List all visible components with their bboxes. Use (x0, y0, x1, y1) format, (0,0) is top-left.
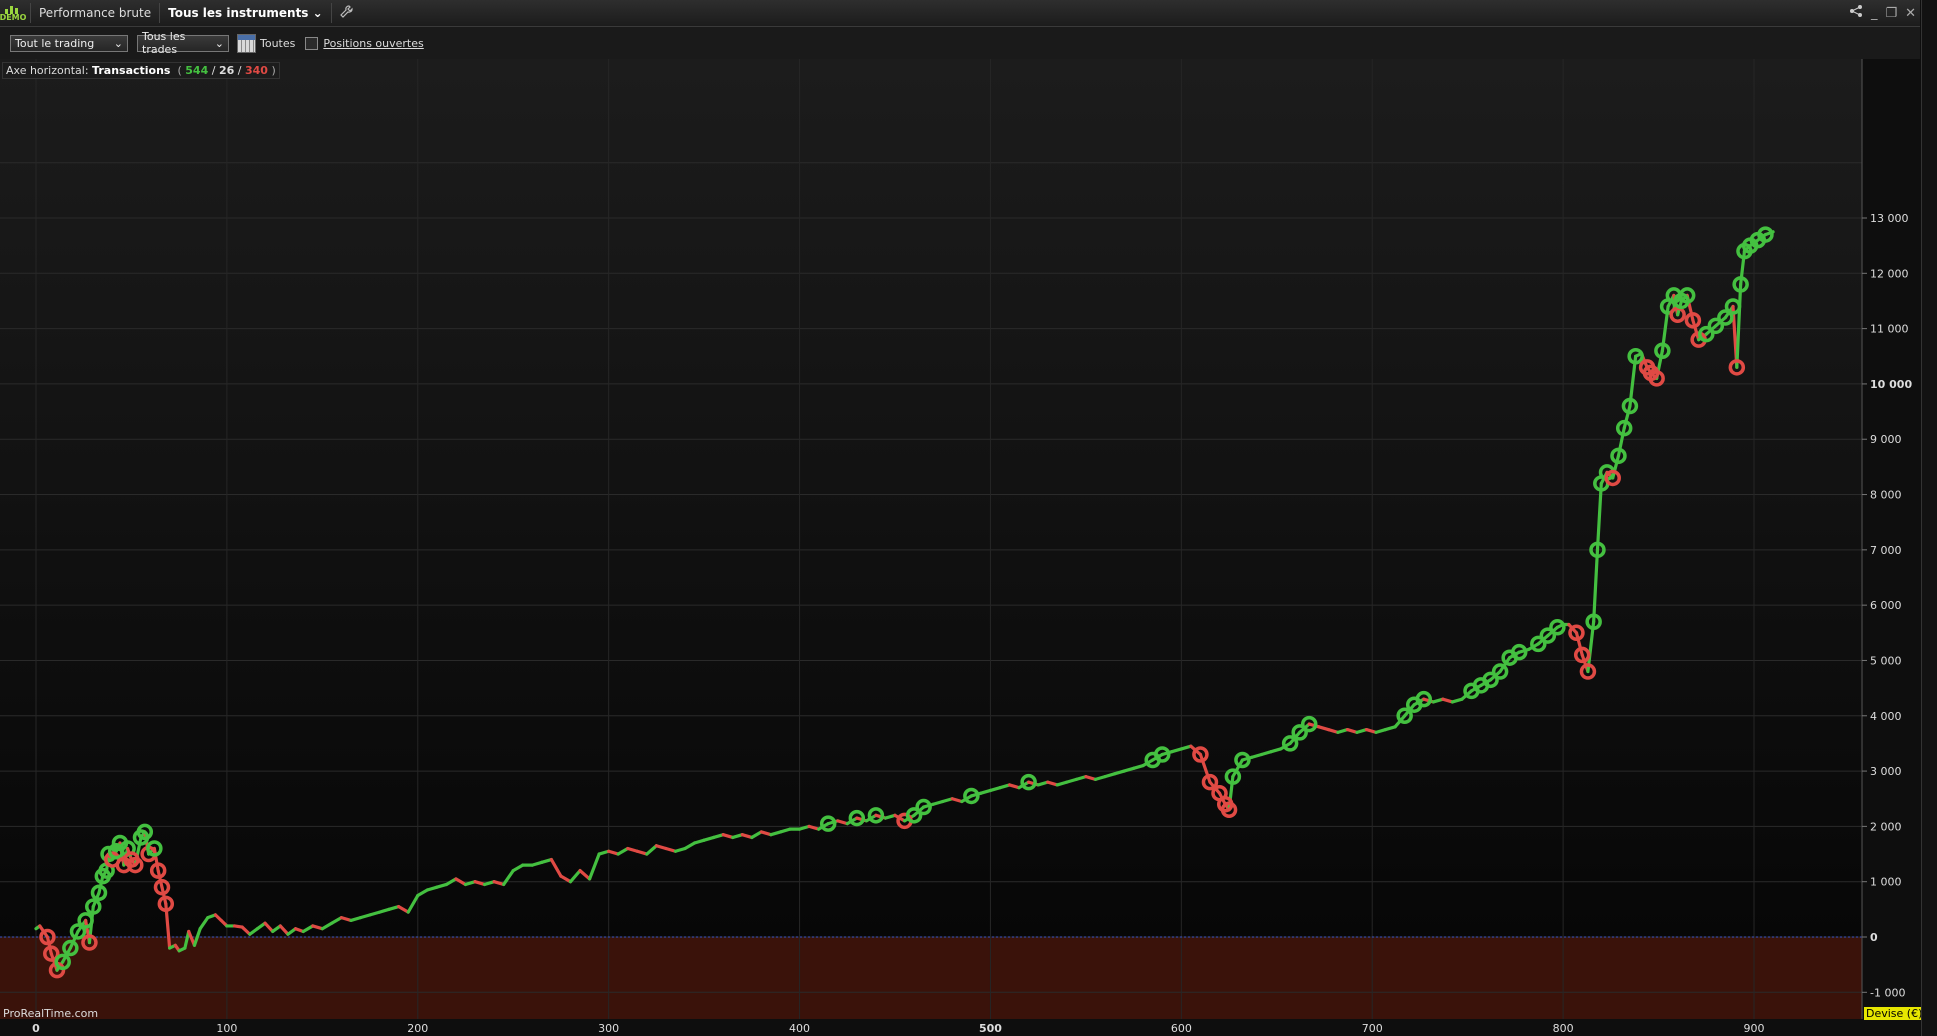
instruments-label: Tous les instruments (168, 6, 309, 20)
share-icon[interactable] (1849, 4, 1863, 22)
y-tick-label: 10 000 (1870, 378, 1912, 391)
y-tick-label: 7 000 (1870, 544, 1902, 557)
y-tick-label: 0 (1870, 931, 1878, 944)
axis-info-badge: Axe horizontal: Transactions ( 544 / 26 … (2, 62, 280, 79)
x-tick-label: 500 (979, 1022, 1002, 1035)
instruments-dropdown[interactable]: Tous les instruments ⌄ (164, 6, 327, 20)
trades-select-value: Tous les trades (142, 30, 186, 56)
minimize-icon[interactable]: _ (1871, 6, 1878, 21)
x-tick-label: 0 (32, 1022, 40, 1035)
settings-wrench-icon[interactable] (336, 5, 357, 21)
window-title: Performance brute (39, 6, 152, 20)
y-tick-label: 6 000 (1870, 599, 1902, 612)
x-tick-label: 800 (1553, 1022, 1574, 1035)
y-tick-label: 8 000 (1870, 489, 1902, 502)
y-axis-ticks: -2 000-1 00001 0002 0003 0004 0005 0006 … (1862, 212, 1912, 999)
open-positions-checkbox[interactable] (305, 36, 319, 50)
calendar-icon[interactable] (237, 33, 256, 53)
winning-trades-count: 544 (185, 64, 209, 77)
x-tick-label: 300 (598, 1022, 619, 1035)
y-tick-label: 1 000 (1870, 876, 1902, 889)
x-tick-label: 400 (789, 1022, 810, 1035)
close-icon[interactable]: ✕ (1905, 6, 1916, 21)
chevron-down-icon: ⌄ (312, 6, 323, 20)
y-tick-label: 9 000 (1870, 433, 1902, 446)
x-tick-label: 200 (407, 1022, 428, 1035)
neutral-trades-count: 26 (218, 64, 235, 77)
titlebar-divider (330, 3, 332, 23)
y-tick-label: 5 000 (1870, 654, 1902, 667)
paren-open: ( (177, 64, 182, 77)
demo-badge: DEMO (0, 1, 26, 25)
x-axis-ticks: 0 100 200 300 400 500 600 700 800 900 (32, 1022, 1764, 1035)
axis-mode: Transactions (92, 64, 171, 77)
x-tick-label: 700 (1362, 1022, 1383, 1035)
period-select-value: Tout le trading (15, 36, 95, 50)
brand-label: ProRealTime.com (3, 1007, 99, 1020)
filter-toolbar: Tout le trading ⌄ Tous les trades ⌄ Toutes… (0, 27, 1920, 59)
y-tick-label: 4 000 (1870, 710, 1902, 723)
equity-chart[interactable]: -2 000-1 00001 0002 0003 0004 0005 0006 … (0, 59, 1920, 1036)
y-tick-label: 3 000 (1870, 765, 1902, 778)
period-select[interactable]: Tout le trading ⌄ (10, 34, 128, 52)
x-tick-label: 900 (1744, 1022, 1765, 1035)
currency-label: Devise (€) (1864, 1007, 1925, 1020)
negative-zone (0, 937, 1862, 1019)
y-tick-label: 11 000 (1870, 323, 1909, 336)
axis-prefix: Axe horizontal: (6, 64, 89, 77)
all-dates-label[interactable]: Toutes (260, 37, 295, 50)
x-tick-label: 600 (1171, 1022, 1192, 1035)
restore-icon[interactable]: ❐ (1885, 6, 1897, 21)
chevron-down-icon: ⌄ (113, 36, 123, 50)
window-titlebar: DEMO Performance brute Tous les instrume… (0, 0, 1920, 27)
side-panel-strip (1921, 0, 1937, 1036)
y-tick-label: 12 000 (1870, 267, 1909, 280)
plot-background (0, 59, 1862, 1019)
separator: / (237, 64, 242, 77)
x-tick-label: 100 (216, 1022, 237, 1035)
trades-select[interactable]: Tous les trades ⌄ (137, 30, 229, 56)
y-tick-label: -1 000 (1870, 986, 1905, 999)
y-tick-label: 13 000 (1870, 212, 1909, 225)
y-tick-label: 2 000 (1870, 820, 1902, 833)
paren-close: ) (271, 64, 276, 77)
chevron-down-icon: ⌄ (214, 36, 224, 50)
demo-label: DEMO (0, 12, 27, 22)
open-positions-label[interactable]: Positions ouvertes (323, 37, 423, 50)
window-controls: _ ❐ ✕ (1849, 4, 1916, 22)
titlebar-divider (159, 3, 161, 23)
separator: / (211, 64, 216, 77)
titlebar-divider (30, 3, 31, 23)
losing-trades-count: 340 (245, 64, 268, 77)
